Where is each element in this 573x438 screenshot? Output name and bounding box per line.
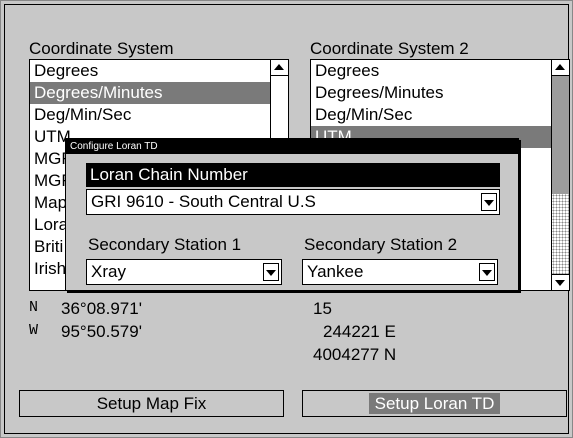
dropdown-arrow-icon[interactable] (263, 263, 279, 281)
list-item[interactable]: Degrees (311, 60, 551, 82)
loran-chain-dropdown[interactable]: GRI 9610 - South Central U.S (86, 189, 500, 215)
latitude-value: 36°08.971' (61, 299, 142, 318)
coordinate-system-2-label: Coordinate System 2 (310, 39, 469, 58)
north-label: N (29, 299, 39, 316)
gps-screen: Coordinate System Degrees Degrees/Minutes… (0, 0, 573, 438)
secondary-station-1-value: Xray (91, 262, 126, 281)
secondary-station-1-dropdown[interactable]: Xray (86, 259, 282, 285)
secondary-station-1-label: Secondary Station 1 (88, 235, 242, 254)
scroll-up-arrow-icon[interactable] (552, 60, 569, 76)
longitude-value: 95°50.579' (61, 322, 142, 341)
setup-map-fix-button[interactable]: Setup Map Fix (19, 390, 284, 417)
setup-loran-td-label: Setup Loran TD (368, 393, 501, 414)
utm-zone-value: 15 (313, 299, 332, 318)
secondary-station-2-label: Secondary Station 2 (304, 235, 458, 254)
list-item[interactable]: Deg/Min/Sec (30, 104, 270, 126)
scroll-down-arrow-icon[interactable] (552, 274, 569, 290)
loran-chain-number-heading: Loran Chain Number (86, 163, 500, 187)
configure-loran-dialog: Configure Loran TD Loran Chain Number GR… (65, 138, 519, 291)
setup-map-fix-label: Setup Map Fix (96, 394, 207, 413)
list-item[interactable]: Degrees (30, 60, 270, 82)
dropdown-arrow-icon[interactable] (481, 193, 497, 211)
dialog-title: Configure Loran TD (66, 139, 518, 154)
utm-easting-value: 244221 E (323, 322, 396, 341)
list-item[interactable]: Deg/Min/Sec (311, 104, 551, 126)
list-item[interactable]: Degrees/Minutes (30, 82, 270, 104)
dropdown-arrow-icon[interactable] (479, 263, 495, 281)
coordinate-system-label: Coordinate System (29, 39, 174, 58)
right-list-scrollbar[interactable] (551, 60, 569, 290)
west-label: W (29, 322, 39, 339)
secondary-station-2-dropdown[interactable]: Yankee (302, 259, 498, 285)
scroll-thumb[interactable] (552, 76, 569, 194)
scroll-up-arrow-icon[interactable] (271, 60, 288, 76)
utm-northing-value: 4004277 N (313, 345, 397, 364)
loran-chain-value: GRI 9610 - South Central U.S (91, 192, 316, 211)
secondary-station-2-value: Yankee (307, 262, 364, 281)
scroll-track[interactable] (552, 194, 569, 274)
setup-loran-td-button[interactable]: Setup Loran TD (302, 390, 567, 417)
list-item[interactable]: Degrees/Minutes (311, 82, 551, 104)
